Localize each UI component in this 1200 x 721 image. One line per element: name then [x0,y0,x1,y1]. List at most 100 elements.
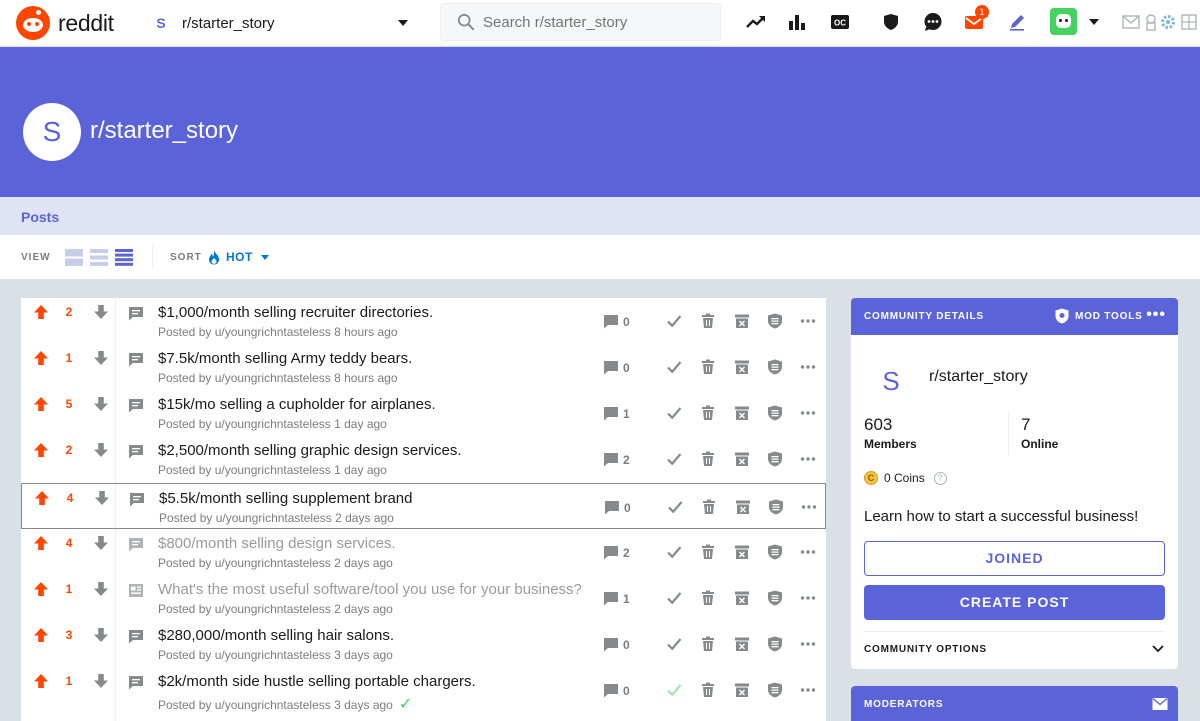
user-menu-chevron-down-icon[interactable] [1089,19,1099,25]
remove-trash-icon[interactable] [700,682,716,698]
post-author[interactable]: Posted by u/youngrichntasteless [159,511,332,525]
mod-shield-icon[interactable] [767,451,783,467]
user-avatar[interactable] [1050,8,1077,35]
more-options-icon[interactable] [800,405,816,421]
post-title[interactable]: $15k/mo selling a cupholder for airplane… [158,396,436,413]
upvote-arrow-icon[interactable] [33,627,49,643]
remove-trash-icon[interactable] [700,405,716,421]
post-title[interactable]: $5.5k/month selling supplement brand [159,490,413,507]
post-row[interactable]: 4 $5.5k/month selling supplement brand P… [21,483,826,529]
oc-icon[interactable]: OC [829,11,851,33]
post-author[interactable]: Posted by u/youngrichntasteless [158,371,331,385]
joined-button[interactable]: JOINED [864,541,1165,576]
more-options-icon[interactable]: ••• [1146,306,1166,324]
mod-shield-icon[interactable] [767,544,783,560]
post-row[interactable]: 2 $2,500/month selling graphic design se… [21,436,826,482]
inbox-icon[interactable]: 1 [963,5,989,33]
approve-check-icon[interactable] [666,359,682,375]
downvote-arrow-icon[interactable] [93,442,109,458]
reddit-logo[interactable]: reddit [16,5,114,41]
more-options-icon[interactable] [800,359,816,375]
mod-shield-icon[interactable] [767,405,783,421]
remove-trash-icon[interactable] [700,359,716,375]
mod-shield-icon[interactable] [767,636,783,652]
mod-shield-icon[interactable] [767,359,783,375]
spam-icon[interactable] [734,590,750,606]
mod-tools-button[interactable]: MOD TOOLS [1055,308,1143,324]
spam-icon[interactable] [734,359,750,375]
more-options-icon[interactable] [800,682,816,698]
spam-icon[interactable] [735,499,751,515]
remove-trash-icon[interactable] [700,636,716,652]
more-options-icon[interactable] [800,590,816,606]
chevron-down-icon[interactable] [1151,641,1165,655]
spam-icon[interactable] [734,682,750,698]
spam-icon[interactable] [734,451,750,467]
post-title[interactable]: $800/month selling design services. [158,535,396,552]
post-row[interactable]: 3 $280,000/month selling hair salons. Po… [21,621,826,667]
comment-icon[interactable] [603,683,619,698]
downvote-arrow-icon[interactable] [93,581,109,597]
chat-icon[interactable] [922,11,944,33]
create-post-icon[interactable] [1006,11,1028,33]
remove-trash-icon[interactable] [700,590,716,606]
comment-icon[interactable] [603,452,619,467]
spam-icon[interactable] [734,405,750,421]
post-title[interactable]: $2,500/month selling graphic design serv… [158,442,462,459]
more-options-icon[interactable] [800,544,816,560]
downvote-arrow-icon[interactable] [93,673,109,689]
post-row[interactable]: 4 $800/month selling design services. Po… [21,529,826,575]
approve-check-icon[interactable] [666,590,682,606]
mod-shield-icon[interactable] [768,499,784,515]
post-title[interactable]: $1,000/month selling recruiter directori… [158,304,433,321]
all-icon[interactable] [786,11,808,33]
upvote-arrow-icon[interactable] [33,304,49,320]
approve-check-icon[interactable] [666,682,682,698]
post-row[interactable]: 1 $7.5k/month selling Army teddy bears. … [21,344,826,390]
mod-shield-icon[interactable] [767,682,783,698]
compact-view-icon[interactable] [115,249,133,266]
upvote-arrow-icon[interactable] [33,350,49,366]
post-author[interactable]: Posted by u/youngrichntasteless [158,417,331,431]
more-options-icon[interactable] [800,451,816,467]
post-author[interactable]: Posted by u/youngrichntasteless [158,648,331,662]
sort-dropdown[interactable]: HOT [208,247,269,267]
approve-check-icon[interactable] [666,405,682,421]
message-mods-mail-icon[interactable] [1152,697,1168,711]
shield-icon[interactable] [880,11,902,33]
comment-icon[interactable] [603,360,619,375]
upvote-arrow-icon[interactable] [33,535,49,551]
downvote-arrow-icon[interactable] [93,535,109,551]
more-options-icon[interactable] [800,636,816,652]
comment-icon[interactable] [604,500,620,515]
classic-view-icon[interactable] [90,249,108,266]
spam-icon[interactable] [734,636,750,652]
post-author[interactable]: Posted by u/youngrichntasteless [158,698,331,712]
approve-check-icon[interactable] [666,636,682,652]
post-author[interactable]: Posted by u/youngrichntasteless [158,602,331,616]
search-box[interactable] [440,3,721,41]
upvote-arrow-icon[interactable] [33,442,49,458]
more-options-icon[interactable] [800,313,816,329]
post-author[interactable]: Posted by u/youngrichntasteless [158,463,331,477]
post-title[interactable]: $2k/month side hustle selling portable c… [158,673,476,690]
remove-trash-icon[interactable] [701,499,717,515]
spam-icon[interactable] [734,313,750,329]
downvote-arrow-icon[interactable] [93,396,109,412]
help-icon[interactable]: ? [933,471,947,485]
more-options-icon[interactable] [801,499,817,515]
comment-icon[interactable] [603,406,619,421]
upvote-arrow-icon[interactable] [33,673,49,689]
post-title[interactable]: $280,000/month selling hair salons. [158,627,394,644]
post-row[interactable]: 1 What's the most useful software/tool y… [21,575,826,621]
remove-trash-icon[interactable] [700,313,716,329]
settings-icon[interactable] [1157,11,1179,33]
downvote-arrow-icon[interactable] [93,304,109,320]
post-row[interactable]: 5 $15k/mo selling a cupholder for airpla… [21,390,826,436]
upvote-arrow-icon[interactable] [34,490,50,506]
remove-trash-icon[interactable] [700,451,716,467]
mod-shield-icon[interactable] [767,590,783,606]
downvote-arrow-icon[interactable] [93,627,109,643]
approve-check-icon[interactable] [666,451,682,467]
search-input[interactable] [483,13,703,31]
